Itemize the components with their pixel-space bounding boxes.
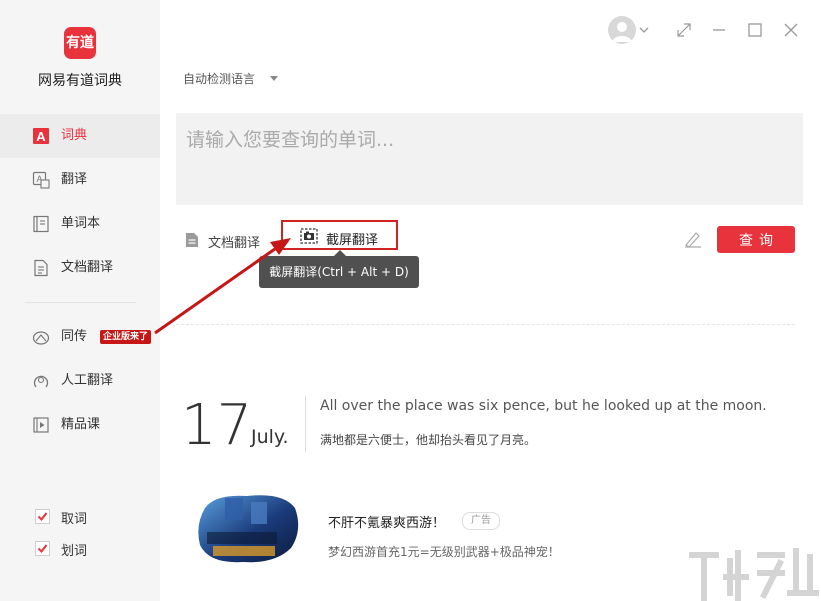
daily-sentence-zh: 满地都是六便士，他却抬头看见了月亮。 xyxy=(320,433,537,447)
daily-sentence-en[interactable]: All over the place was six pence, but he… xyxy=(320,398,767,414)
sidebar-item-wordbook[interactable]: 单词本 xyxy=(0,202,160,246)
sidebar-item-label: 同传 xyxy=(61,329,88,344)
document-translate-label: 文档翻译 xyxy=(208,236,261,251)
sidebar-item-label: 人工翻译 xyxy=(61,373,114,388)
daily-date-month: July. xyxy=(251,426,289,448)
chevron-down-icon[interactable] xyxy=(639,26,649,34)
simultaneous-icon xyxy=(32,331,50,345)
watermark-logo xyxy=(689,548,819,601)
section-divider xyxy=(176,324,795,325)
app-name: 网易有道词典 xyxy=(38,73,122,89)
sidebar-item-translate[interactable]: A 翻译 xyxy=(0,158,160,202)
quick-lookup-checkbox[interactable] xyxy=(35,509,50,524)
human-translate-icon xyxy=(33,375,49,388)
date-separator xyxy=(305,396,306,452)
enterprise-badge: 企业版来了 xyxy=(100,330,152,344)
user-avatar[interactable] xyxy=(608,16,636,44)
document-icon xyxy=(34,259,48,277)
sidebar-item-label: 文档翻译 xyxy=(61,260,114,275)
language-select[interactable]: 自动检测语言 xyxy=(183,70,255,87)
app-logo: 有道 xyxy=(64,27,96,59)
user-icon xyxy=(612,22,632,42)
camera-icon xyxy=(300,228,318,244)
wordbook-icon xyxy=(33,215,49,233)
select-lookup-checkbox[interactable] xyxy=(35,541,50,556)
ad-image[interactable] xyxy=(195,490,300,565)
close-icon[interactable] xyxy=(783,22,799,38)
dictionary-icon: A xyxy=(33,128,49,144)
document-icon xyxy=(186,233,198,247)
sidebar-item-label: 翻译 xyxy=(61,172,88,187)
minimize-icon[interactable] xyxy=(711,22,727,38)
sidebar-item-label: 精品课 xyxy=(61,417,101,432)
translate-icon: A xyxy=(32,171,50,189)
sidebar-item-label: 词典 xyxy=(61,128,88,143)
check-icon xyxy=(37,544,48,554)
screenshot-translate-tooltip: 截屏翻译(Ctrl + Alt + D) xyxy=(259,256,419,288)
search-button[interactable]: 查询 xyxy=(717,226,795,253)
dropdown-arrow-icon[interactable] xyxy=(270,76,278,81)
sidebar-item-dictionary[interactable]: A 词典 xyxy=(0,114,160,158)
ad-badge: 广告 xyxy=(462,512,500,530)
screenshot-translate-button[interactable]: 截屏翻译 xyxy=(281,220,398,250)
sidebar-item-label: 单词本 xyxy=(61,216,101,231)
svg-text:A: A xyxy=(36,129,46,144)
ad-description[interactable]: 梦幻西游首充1元=无级别武器+极品神宠！ xyxy=(328,543,560,560)
quick-lookup-label: 取词 xyxy=(61,512,88,527)
select-lookup-label: 划词 xyxy=(61,544,88,559)
sidebar-item-human-translate[interactable]: 人工翻译 xyxy=(0,359,160,403)
sidebar-divider xyxy=(25,302,136,303)
sidebar-item-document[interactable]: 文档翻译 xyxy=(0,246,160,290)
mini-mode-icon[interactable] xyxy=(676,22,692,38)
search-input[interactable] xyxy=(176,113,803,205)
handwriting-icon[interactable] xyxy=(683,230,703,248)
sidebar-item-course[interactable]: 精品课 xyxy=(0,403,160,447)
daily-date-day: 17 xyxy=(181,393,253,458)
check-icon xyxy=(37,512,48,522)
screenshot-translate-label: 截屏翻译 xyxy=(326,233,379,248)
course-icon xyxy=(33,417,49,433)
maximize-icon[interactable] xyxy=(747,22,763,38)
ad-title[interactable]: 不肝不氪暴爽西游！ xyxy=(328,512,445,531)
